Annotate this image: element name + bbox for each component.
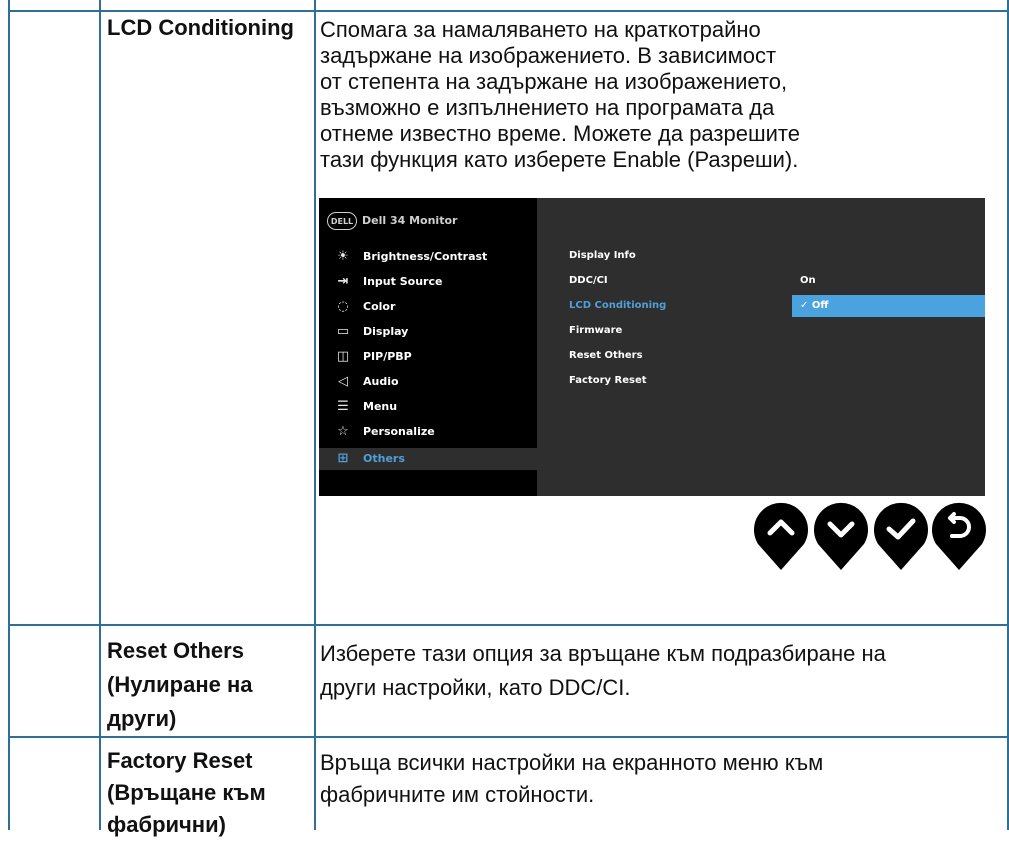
table-top-border (8, 10, 1009, 12)
confirm-button[interactable] (872, 500, 930, 572)
label-line: други) (107, 706, 177, 731)
menu-icon: ☰ (337, 399, 349, 414)
osd-submenu-display-info[interactable]: Display Info (569, 248, 636, 264)
label-line: (Връщане към (107, 780, 266, 805)
osd-submenu-firmware[interactable]: Firmware (569, 323, 622, 339)
input-source-icon: ⇥ (337, 274, 349, 289)
label-line: Factory Reset (107, 748, 253, 773)
brightness-icon: ☀ (337, 249, 349, 264)
osd-menu-item-brightness-contrast[interactable]: ☀ Brightness/Contrast (319, 246, 537, 268)
osd-submenu-ddc-ci[interactable]: DDC/CI (569, 273, 608, 289)
desc-line: от степента на задържане на изображениет… (320, 69, 788, 94)
row-label-lcd-conditioning: LCD Conditioning (107, 15, 307, 41)
osd-menu-label: Input Source (363, 275, 443, 288)
row-description-lcd-conditioning: Спомага за намаляването на краткотрайно … (320, 17, 1000, 173)
row-label-reset-others: Reset Others (Нулиране на други) (107, 634, 307, 736)
osd-menu-item-input-source[interactable]: ⇥ Input Source (319, 271, 537, 293)
osd-menu-item-display[interactable]: ▭ Display (319, 321, 537, 343)
osd-menu-label: Personalize (363, 425, 435, 438)
osd-menu-item-color[interactable]: ◌ Color (319, 296, 537, 318)
osd-menu-item-others[interactable]: ⊞ Others (319, 448, 537, 470)
osd-title: DELL Dell 34 Monitor (327, 212, 457, 230)
label-line: (Нулиране на (107, 672, 253, 697)
osd-menu-label: PIP/PBP (363, 350, 412, 363)
row-divider-2 (8, 736, 1009, 738)
osd-option-label: On (800, 275, 816, 286)
osd-menu-screenshot: DELL Dell 34 Monitor ☀ Brightness/Contras… (319, 198, 985, 496)
desc-line: задържане на изображението. В зависимост (320, 43, 777, 68)
row-label-text: LCD Conditioning (107, 15, 294, 40)
color-icon: ◌ (337, 299, 349, 314)
osd-menu-item-audio[interactable]: ◁ Audio (319, 371, 537, 393)
osd-submenu-panel (537, 198, 985, 496)
down-button[interactable] (812, 500, 870, 572)
desc-line: тази функция като изберете Enable (Разре… (320, 147, 799, 172)
display-icon: ▭ (336, 324, 350, 339)
desc-line: отнеме известно време. Можете да разреши… (320, 121, 800, 146)
desc-line: фабричните им стойности. (320, 782, 595, 807)
audio-icon: ◁ (338, 374, 348, 389)
osd-menu-item-menu[interactable]: ☰ Menu (319, 396, 537, 418)
others-icon: ⊞ (337, 451, 349, 466)
row-description-factory-reset: Връща всички настройки на екранното меню… (320, 747, 1000, 811)
dell-logo: DELL (327, 212, 357, 230)
star-icon: ☆ (337, 424, 349, 439)
osd-menu-label: Display (363, 325, 409, 338)
osd-option-on[interactable]: On (792, 270, 985, 292)
desc-line: Изберете тази опция за връщане към подра… (320, 641, 886, 666)
table-left-border (8, 0, 10, 830)
osd-menu-item-personalize[interactable]: ☆ Personalize (319, 421, 537, 443)
desc-line: Връща всички настройки на екранното меню… (320, 750, 824, 775)
desc-line: други настройки, като DDC/CI. (320, 675, 631, 700)
osd-menu-label: Color (363, 300, 396, 313)
row-label-factory-reset: Factory Reset (Връщане към фабрични) (107, 745, 307, 841)
desc-line: Спомага за намаляването на краткотрайно (320, 17, 761, 42)
osd-submenu-lcd-conditioning[interactable]: LCD Conditioning (569, 298, 666, 314)
osd-option-off[interactable]: ✓ Off (792, 295, 985, 317)
osd-title-text: Dell 34 Monitor (362, 214, 458, 227)
osd-submenu-factory-reset[interactable]: Factory Reset (569, 373, 647, 389)
up-button[interactable] (752, 500, 810, 572)
table-column-divider-2 (314, 0, 316, 830)
osd-submenu-reset-others[interactable]: Reset Others (569, 348, 643, 364)
osd-menu-label: Others (363, 452, 405, 465)
label-line: Reset Others (107, 638, 244, 663)
osd-menu-label: Audio (363, 375, 399, 388)
osd-option-label: ✓ Off (800, 300, 829, 311)
row-divider-1 (8, 624, 1009, 626)
osd-menu-label: Brightness/Contrast (363, 250, 488, 263)
table-column-divider-1 (99, 0, 101, 830)
row-description-reset-others: Изберете тази опция за връщане към подра… (320, 637, 1000, 705)
osd-menu-label: Menu (363, 400, 398, 413)
label-line: фабрични) (107, 812, 226, 837)
desc-line: възможно е изпълнението на програмата да (320, 95, 775, 120)
osd-menu-item-pip-pbp[interactable]: ◫ PIP/PBP (319, 346, 537, 368)
back-button[interactable] (930, 500, 988, 572)
pip-pbp-icon: ◫ (336, 349, 350, 364)
